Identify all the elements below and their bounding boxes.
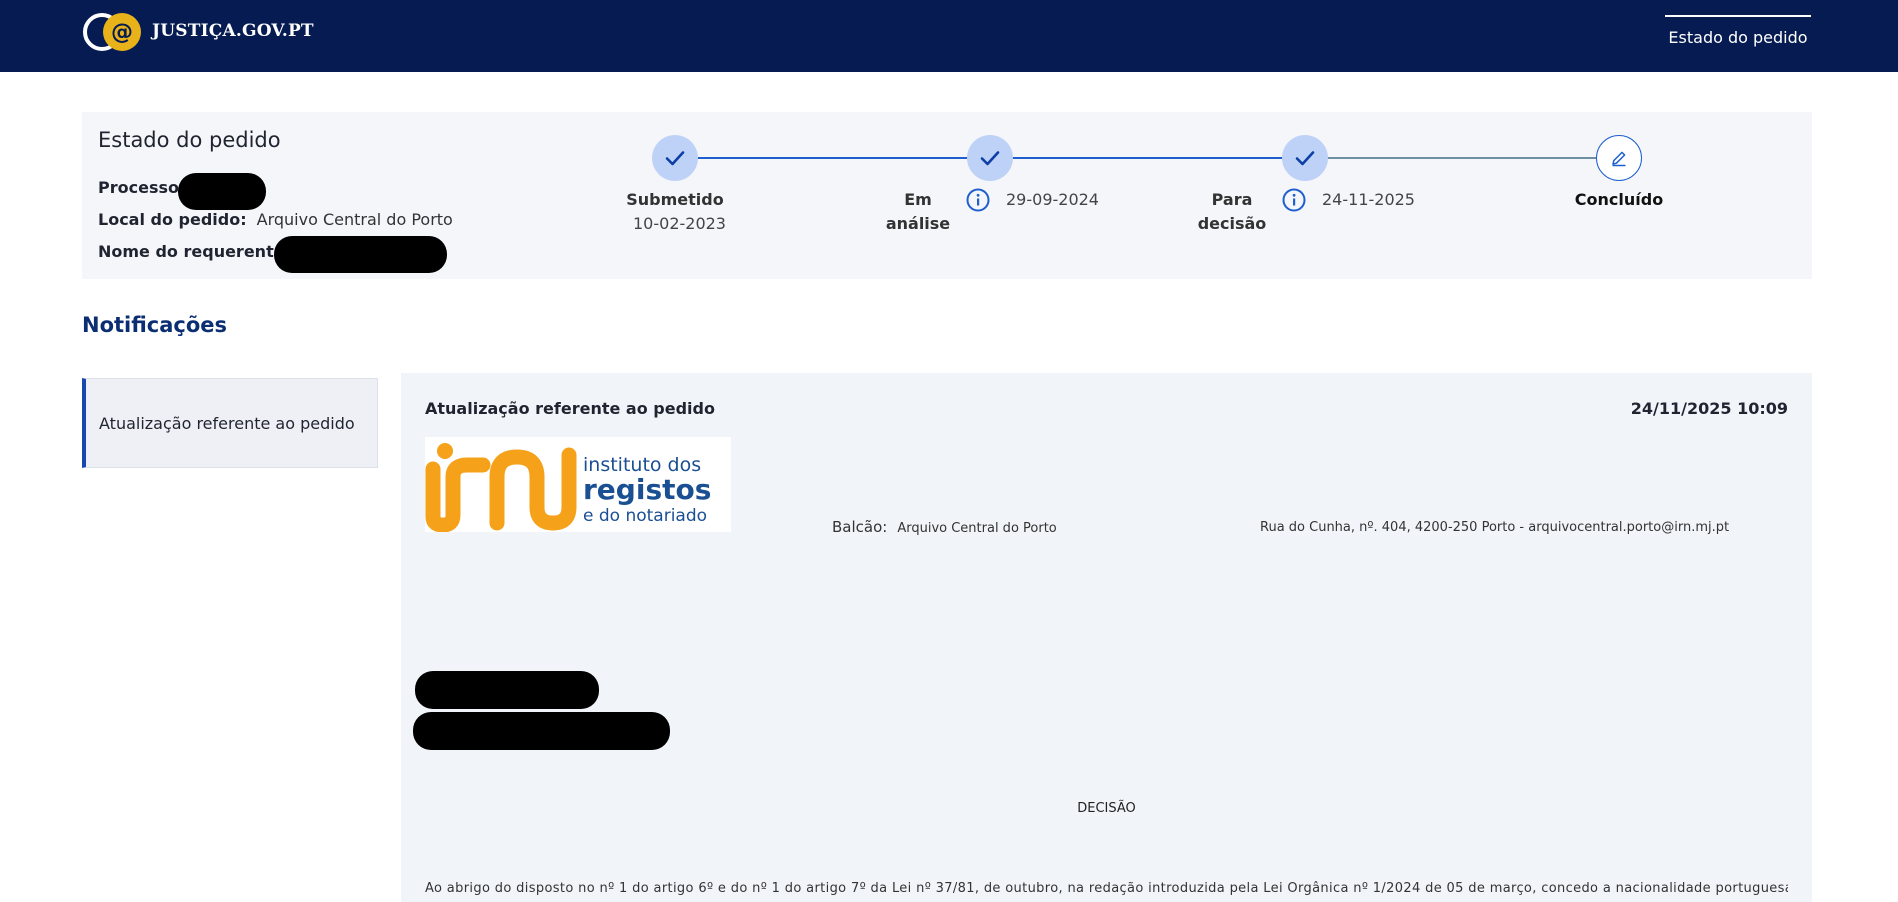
redacted-requerente bbox=[274, 236, 447, 273]
irn-logo-icon: instituto dos registos e do notariado bbox=[425, 437, 731, 532]
processo-label: Processo: bbox=[98, 178, 186, 197]
svg-text:@: @ bbox=[111, 20, 133, 45]
decision-heading: DECISÃO bbox=[1077, 801, 1136, 816]
track-line-1 bbox=[675, 157, 968, 159]
track-line-3 bbox=[1307, 157, 1598, 159]
step-submetido-check-icon bbox=[652, 135, 698, 181]
step-label-concluido: Concluído bbox=[1574, 190, 1664, 209]
redacted-recipient-line2 bbox=[413, 712, 670, 750]
decision-body-text: Ao abrigo do disposto no nº 1 do artigo … bbox=[425, 881, 1788, 896]
step-date-analise: 29-09-2024 bbox=[1006, 190, 1099, 209]
nav-estado-do-pedido[interactable]: Estado do pedido bbox=[1665, 15, 1811, 57]
balcao-value: Arquivo Central do Porto bbox=[897, 521, 1057, 536]
irn-logo-line2: registos bbox=[583, 473, 711, 506]
notification-list-item[interactable]: Atualização referente ao pedido bbox=[82, 378, 378, 468]
notifications-title: Notificações bbox=[82, 313, 228, 337]
justica-logo-icon[interactable]: @ bbox=[82, 12, 144, 52]
step-decisao-check-icon bbox=[1282, 135, 1328, 181]
local-label: Local do pedido: bbox=[98, 210, 247, 229]
message-title: Atualização referente ao pedido bbox=[425, 399, 715, 418]
processo-row: Processo: bbox=[98, 178, 185, 197]
notification-item-label: Atualização referente ao pedido bbox=[99, 414, 355, 433]
step-label-decisao: Para decisão bbox=[1197, 190, 1267, 233]
step-label-analise: Em análise bbox=[885, 190, 951, 233]
message-datetime: 24/11/2025 10:09 bbox=[1630, 399, 1788, 418]
requerente-row: Nome do requerente: bbox=[98, 242, 291, 261]
redacted-recipient-line1 bbox=[415, 671, 599, 709]
redacted-processo bbox=[178, 173, 266, 210]
decisao-info-icon[interactable] bbox=[1282, 188, 1306, 212]
balcao-address: Rua do Cunha, nº. 404, 4200-250 Porto - … bbox=[1260, 520, 1730, 535]
balcao-label: Balcão: bbox=[832, 518, 888, 536]
local-row: Local do pedido: Arquivo Central do Porto bbox=[98, 210, 453, 229]
step-analise-check-icon bbox=[967, 135, 1013, 181]
requerente-label: Nome do requerente: bbox=[98, 242, 291, 261]
irn-logo-line3: e do notariado bbox=[583, 506, 707, 526]
step-date-submetido: 10-02-2023 bbox=[633, 214, 726, 233]
balcao-line: Balcão: Arquivo Central do Porto bbox=[832, 518, 1057, 536]
step-date-decisao: 24-11-2025 bbox=[1322, 190, 1415, 209]
step-concluido-pencil-icon bbox=[1596, 135, 1642, 181]
track-line-2 bbox=[991, 157, 1284, 159]
top-navigation-bar: @ JUSTIÇA.GOV.PT Estado do pedido bbox=[0, 0, 1898, 72]
notification-detail-panel: Atualização referente ao pedido 24/11/20… bbox=[401, 373, 1812, 902]
panel-title: Estado do pedido bbox=[98, 128, 281, 152]
analise-info-icon[interactable] bbox=[966, 188, 990, 212]
step-label-submetido: Submetido bbox=[626, 190, 724, 209]
local-value: Arquivo Central do Porto bbox=[256, 210, 453, 229]
site-name[interactable]: JUSTIÇA.GOV.PT bbox=[152, 21, 314, 41]
